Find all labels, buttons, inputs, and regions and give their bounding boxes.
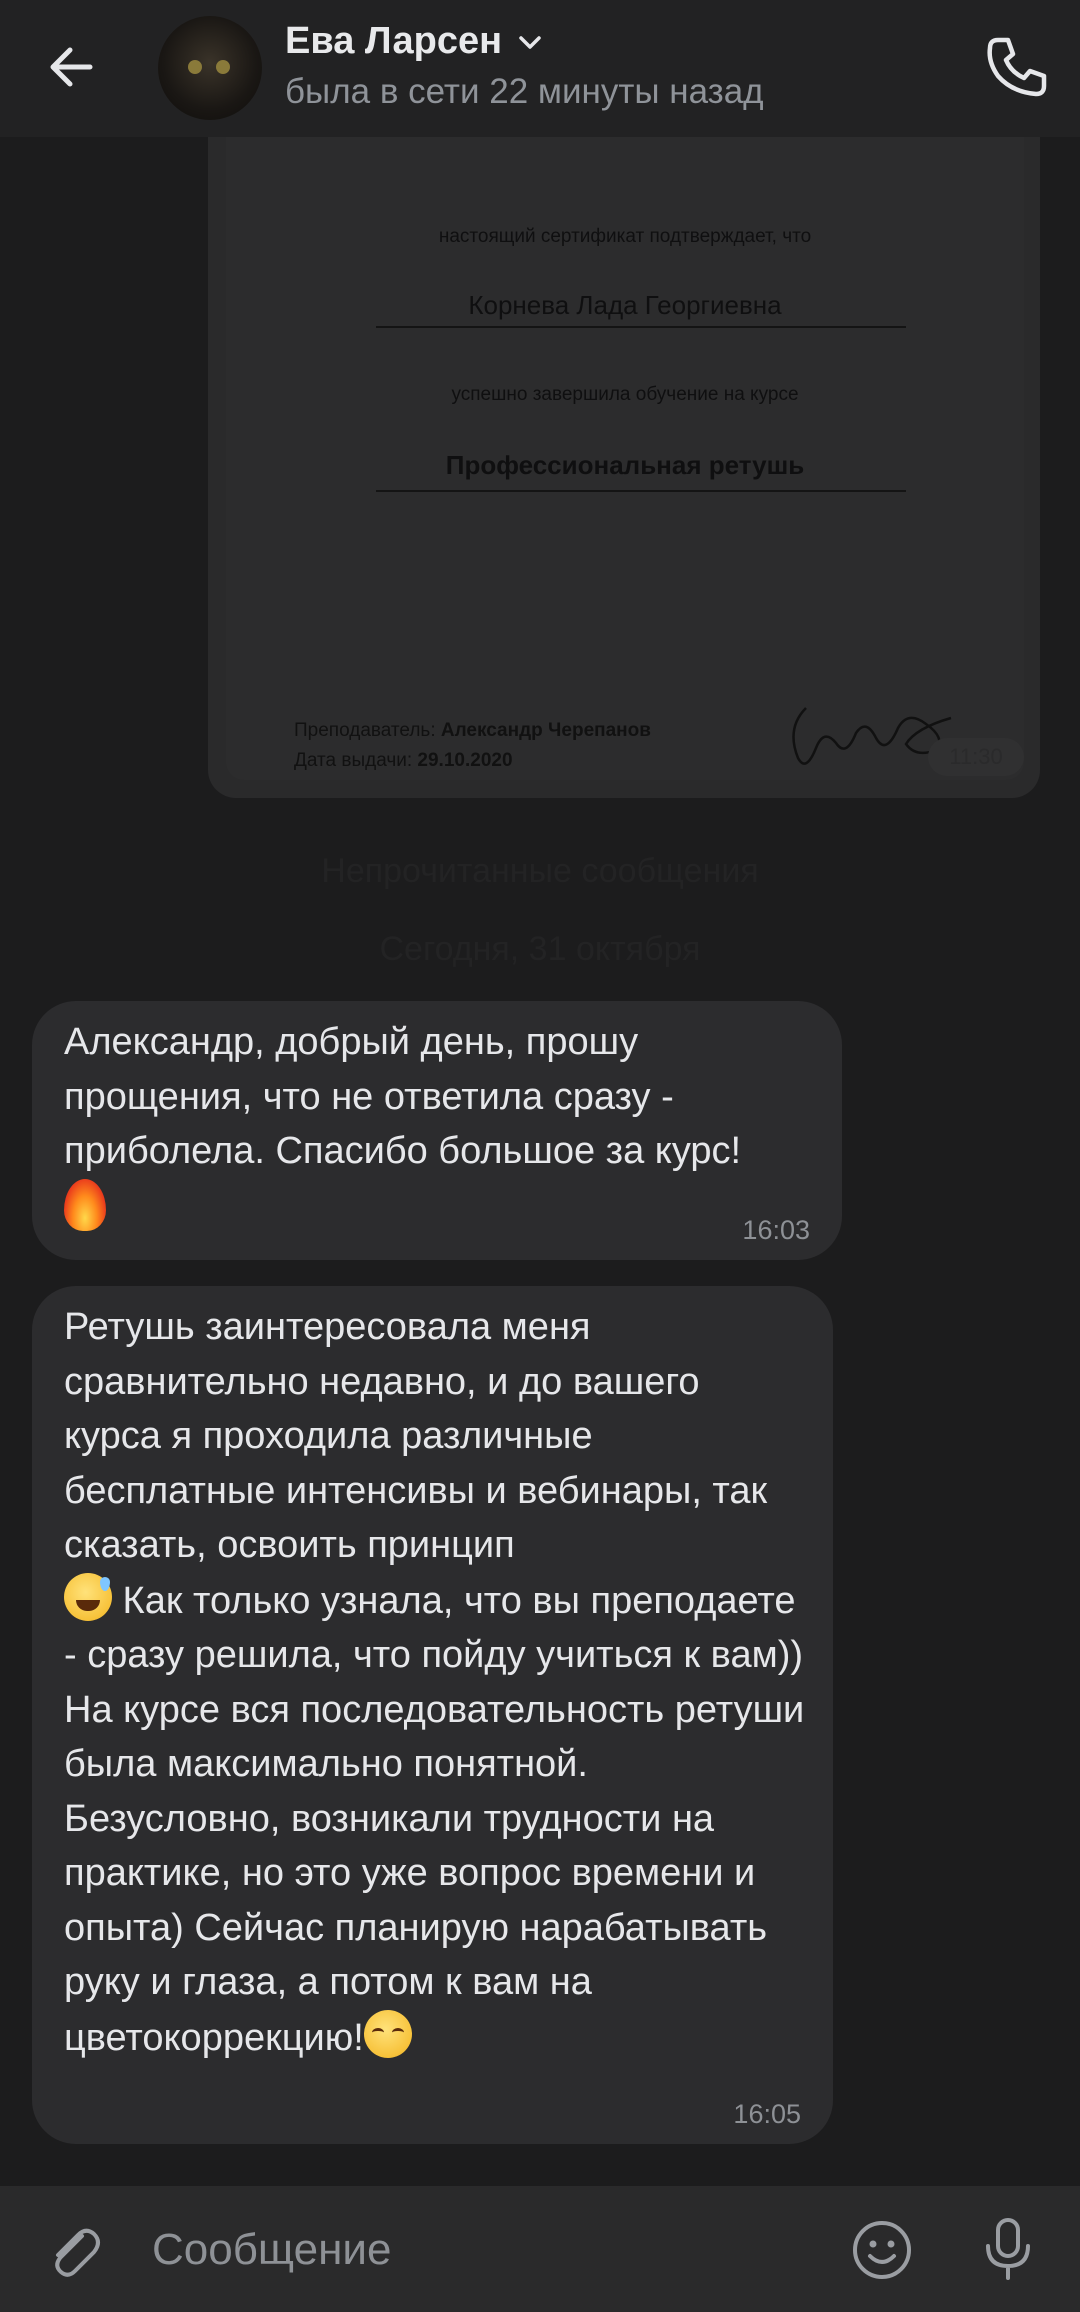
- message-text: Ретушь заинтересовала меня сравнительно …: [64, 1300, 805, 2065]
- message-text: Александр, добрый день, прошу прощения, …: [64, 1015, 814, 1238]
- message-bubble[interactable]: Ретушь заинтересовала меня сравнительно …: [32, 1286, 833, 2144]
- chat-header: Ева Ларсен была в сети 22 минуты назад: [0, 0, 1080, 137]
- avatar-eye: [188, 60, 202, 74]
- certificate-paper: настоящий сертификат подтверждает, что К…: [226, 108, 1024, 780]
- chevron-down-icon: [519, 35, 541, 49]
- paperclip-icon: [55, 2228, 100, 2277]
- arrow-left-icon: [50, 47, 93, 87]
- back-button[interactable]: [40, 32, 110, 102]
- certificate-teacher-name: Александр Черепанов: [440, 720, 651, 741]
- certificate-completed: успешно завершила обучение на курсе: [451, 384, 799, 405]
- grinning-sweat-emoji-icon: [64, 1572, 112, 1621]
- avatar[interactable]: [158, 16, 262, 120]
- certificate-teacher: Преподаватель: Александр Черепанов: [294, 720, 651, 742]
- message-input[interactable]: [150, 2214, 814, 2286]
- certificate-date-label: Дата выдачи:: [294, 750, 413, 771]
- certificate-date-value: 29.10.2020: [417, 750, 513, 771]
- unread-separator: Непрочитанные сообщения: [321, 852, 759, 890]
- message-composer: [0, 2186, 1080, 2312]
- contact-name: Ева Ларсен: [285, 20, 503, 62]
- message-text-body: Александр, добрый день, прошу прощения, …: [64, 1021, 742, 1172]
- emoji-button[interactable]: [850, 2218, 914, 2282]
- avatar-eye: [216, 60, 230, 74]
- certificate-course: Профессиональная ретушь: [445, 450, 805, 480]
- certificate-divider: [376, 326, 906, 328]
- certificate-date: Дата выдачи: 29.10.2020: [294, 750, 513, 772]
- attach-button[interactable]: [42, 2218, 106, 2282]
- message-time: 16:03: [742, 1215, 810, 1245]
- phone-icon: [987, 37, 1047, 97]
- certificate-intro: настоящий сертификат подтверждает, что: [438, 226, 812, 247]
- certificate-teacher-label: Преподаватель:: [294, 720, 436, 741]
- smile-icon: [853, 2221, 911, 2279]
- voice-message-button[interactable]: [974, 2214, 1042, 2284]
- relieved-face-emoji-icon: [363, 2009, 412, 2058]
- message-time: 11:30: [928, 738, 1024, 776]
- contact-status: была в сети 22 минуты назад: [285, 72, 764, 111]
- fire-emoji-icon: [64, 1178, 106, 1231]
- call-button[interactable]: [978, 30, 1054, 106]
- date-separator: Сегодня, 31 октября: [379, 930, 701, 968]
- contact-name-button[interactable]: Ева Ларсен: [285, 20, 544, 63]
- message-time: 16:05: [733, 2099, 801, 2129]
- message-text-part: Ретушь заинтересовала меня сравнительно …: [64, 1306, 778, 1566]
- certificate-image[interactable]: настоящий сертификат подтверждает, что К…: [208, 108, 1040, 798]
- message-text-part: Как только узнала, что вы преподаете - с…: [64, 1579, 815, 2059]
- message-bubble[interactable]: Александр, добрый день, прошу прощения, …: [32, 1001, 842, 1260]
- certificate-divider: [376, 490, 906, 492]
- microphone-icon: [986, 2218, 1030, 2280]
- certificate-recipient: Корнева Лада Георгиевна: [468, 290, 782, 320]
